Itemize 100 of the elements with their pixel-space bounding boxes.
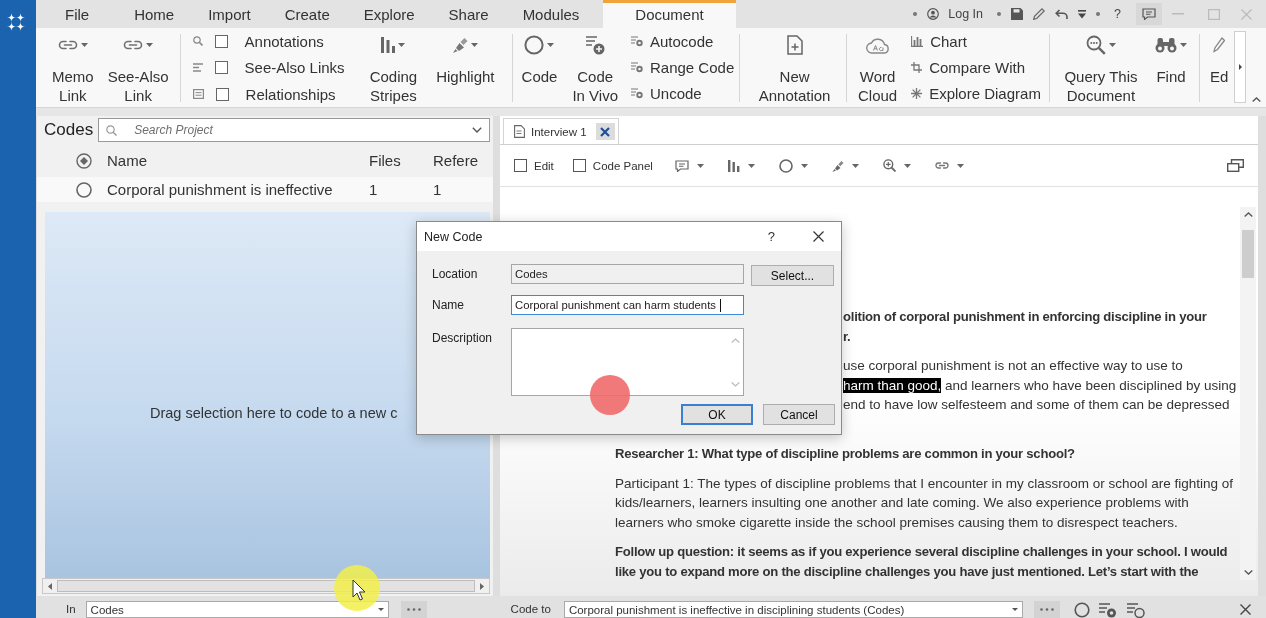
- column-header[interactable]: Refere: [433, 152, 493, 169]
- help-button[interactable]: ?: [767, 229, 775, 244]
- editor-tab[interactable]: Interview 1: [503, 118, 619, 144]
- readonly-field[interactable]: Codes: [511, 264, 744, 284]
- ribbon-button[interactable]: Highlight: [432, 28, 499, 107]
- circle-icon[interactable]: [1073, 602, 1090, 618]
- ribbon-button[interactable]: Autocode: [629, 28, 737, 55]
- arrow-right-icon[interactable]: [480, 582, 484, 590]
- menu-tab[interactable]: File: [47, 0, 118, 28]
- dialog-title: New Code: [424, 229, 483, 244]
- ribbon-button[interactable]: Word Cloud: [853, 28, 902, 107]
- ribbon-button[interactable]: Compare With: [909, 54, 1043, 81]
- ribbon-button[interactable]: Find: [1151, 28, 1191, 107]
- dot-icon: [997, 12, 1002, 16]
- checkbox[interactable]: [514, 159, 527, 172]
- table-cell-text: Corporal punishment is ineffective: [107, 181, 334, 198]
- toolbar-button[interactable]: [882, 159, 911, 172]
- crop-icon: [911, 62, 923, 73]
- toolbar-button[interactable]: [674, 159, 704, 172]
- restore-window-icon[interactable]: [1227, 159, 1244, 172]
- dialog-button[interactable]: Select...: [751, 265, 834, 286]
- column-header[interactable]: Name: [107, 152, 369, 169]
- logo-icon: [7, 13, 25, 31]
- caret-icon: [903, 163, 911, 168]
- ribbon-button[interactable]: New Annotation: [754, 28, 835, 107]
- search-field[interactable]: Search Project: [98, 118, 490, 142]
- toolbar-button[interactable]: [831, 159, 859, 172]
- list-circle-icon[interactable]: [1126, 602, 1145, 618]
- ribbon-button[interactable]: See-Also Link: [103, 28, 173, 107]
- toolbar-button[interactable]: [778, 158, 808, 173]
- arrow-down-icon[interactable]: [1243, 570, 1253, 575]
- pencil-icon[interactable]: [1033, 8, 1046, 20]
- ribbon-button[interactable]: Code: [517, 28, 562, 107]
- checkbox[interactable]: [214, 34, 228, 48]
- table-icon: [192, 89, 204, 100]
- vertical-scrollbar[interactable]: [1240, 207, 1256, 580]
- more-button[interactable]: [400, 601, 427, 618]
- dropdown[interactable]: Corporal punishment is ineffective in disciplining students (Codes): [563, 601, 1023, 618]
- ribbon-button[interactable]: Range Code: [629, 54, 737, 81]
- comments-button[interactable]: [1136, 3, 1162, 25]
- caret-icon: [851, 163, 859, 168]
- ribbon-button[interactable]: Code In Vivo: [568, 28, 622, 107]
- login-button[interactable]: Log In: [927, 7, 984, 21]
- chevron-down-icon[interactable]: [472, 127, 482, 133]
- close-icon[interactable]: [813, 231, 824, 242]
- ribbon-button[interactable]: Explore Diagram: [909, 80, 1043, 107]
- caret-icon: [1011, 608, 1018, 611]
- chevron-up-icon[interactable]: [1251, 97, 1261, 102]
- dialog-button[interactable]: OK: [681, 404, 753, 425]
- save-icon[interactable]: [1011, 8, 1024, 20]
- menu-tab[interactable]: Create: [267, 0, 347, 28]
- close-icon[interactable]: [1240, 604, 1251, 615]
- more-button[interactable]: [1033, 601, 1060, 618]
- menu-tab[interactable]: Import: [191, 0, 268, 28]
- column-header[interactable]: Files: [369, 152, 433, 169]
- toolbar-button[interactable]: [727, 159, 755, 172]
- menu-tab[interactable]: Explore: [346, 0, 432, 28]
- menu-tab[interactable]: Modules: [505, 0, 597, 28]
- bars-icon: [381, 37, 396, 53]
- comment-icon: [1142, 8, 1156, 20]
- asterisk-icon: [911, 88, 923, 100]
- checkbox[interactable]: [572, 159, 586, 172]
- scrollbar-thumb[interactable]: [1242, 230, 1254, 278]
- zoom-in-icon: [882, 159, 896, 172]
- undo-icon[interactable]: [1055, 9, 1069, 19]
- dialog-button[interactable]: Cancel: [763, 404, 835, 425]
- menu-tab[interactable]: Share: [431, 0, 506, 28]
- dots-icon: [1039, 608, 1054, 611]
- toolbar-button[interactable]: [934, 162, 964, 169]
- help-button[interactable]: ?: [1110, 7, 1125, 21]
- page-icon: [514, 125, 525, 138]
- list-circle-icon: [631, 62, 643, 73]
- ribbon-button[interactable]: Memo Link: [48, 28, 98, 107]
- ribbon-button[interactable]: Chart: [909, 28, 1043, 55]
- caret-icon: [956, 163, 964, 168]
- question-text: Researcher 1: What type of discipline problems are common in your school?: [615, 445, 1076, 463]
- ribbon-button[interactable]: Ed: [1206, 28, 1233, 107]
- caret-icon: [800, 163, 808, 168]
- circle-icon: [778, 158, 793, 173]
- checkbox-label: Relationships: [245, 85, 336, 103]
- horizontal-scrollbar[interactable]: [42, 578, 490, 594]
- menu-tab[interactable]: Document: [603, 0, 736, 28]
- arrow-left-icon[interactable]: [48, 582, 52, 590]
- close-tab-button[interactable]: [595, 123, 615, 140]
- text-field[interactable]: Corporal punishment can harm students: [511, 295, 744, 315]
- menu-tab[interactable]: Home: [117, 0, 192, 28]
- list-circle-icon: [631, 35, 643, 47]
- field-label: In: [66, 602, 76, 615]
- circle-icon: [524, 35, 545, 55]
- ribbon-button[interactable]: Uncode: [629, 80, 737, 107]
- checkbox[interactable]: [214, 61, 228, 75]
- bar-chart-icon: [911, 35, 924, 47]
- checkbox[interactable]: [215, 87, 229, 101]
- list-circle-icon[interactable]: [1098, 602, 1117, 618]
- cloud-icon: [865, 36, 890, 54]
- ribbon-button[interactable]: Query This Document: [1060, 28, 1142, 107]
- ribbon-button[interactable]: Coding Stripes: [365, 28, 422, 107]
- dropdown[interactable]: Codes: [85, 601, 389, 618]
- overflow-caret-icon[interactable]: [1078, 9, 1087, 19]
- arrow-up-icon[interactable]: [1243, 212, 1253, 217]
